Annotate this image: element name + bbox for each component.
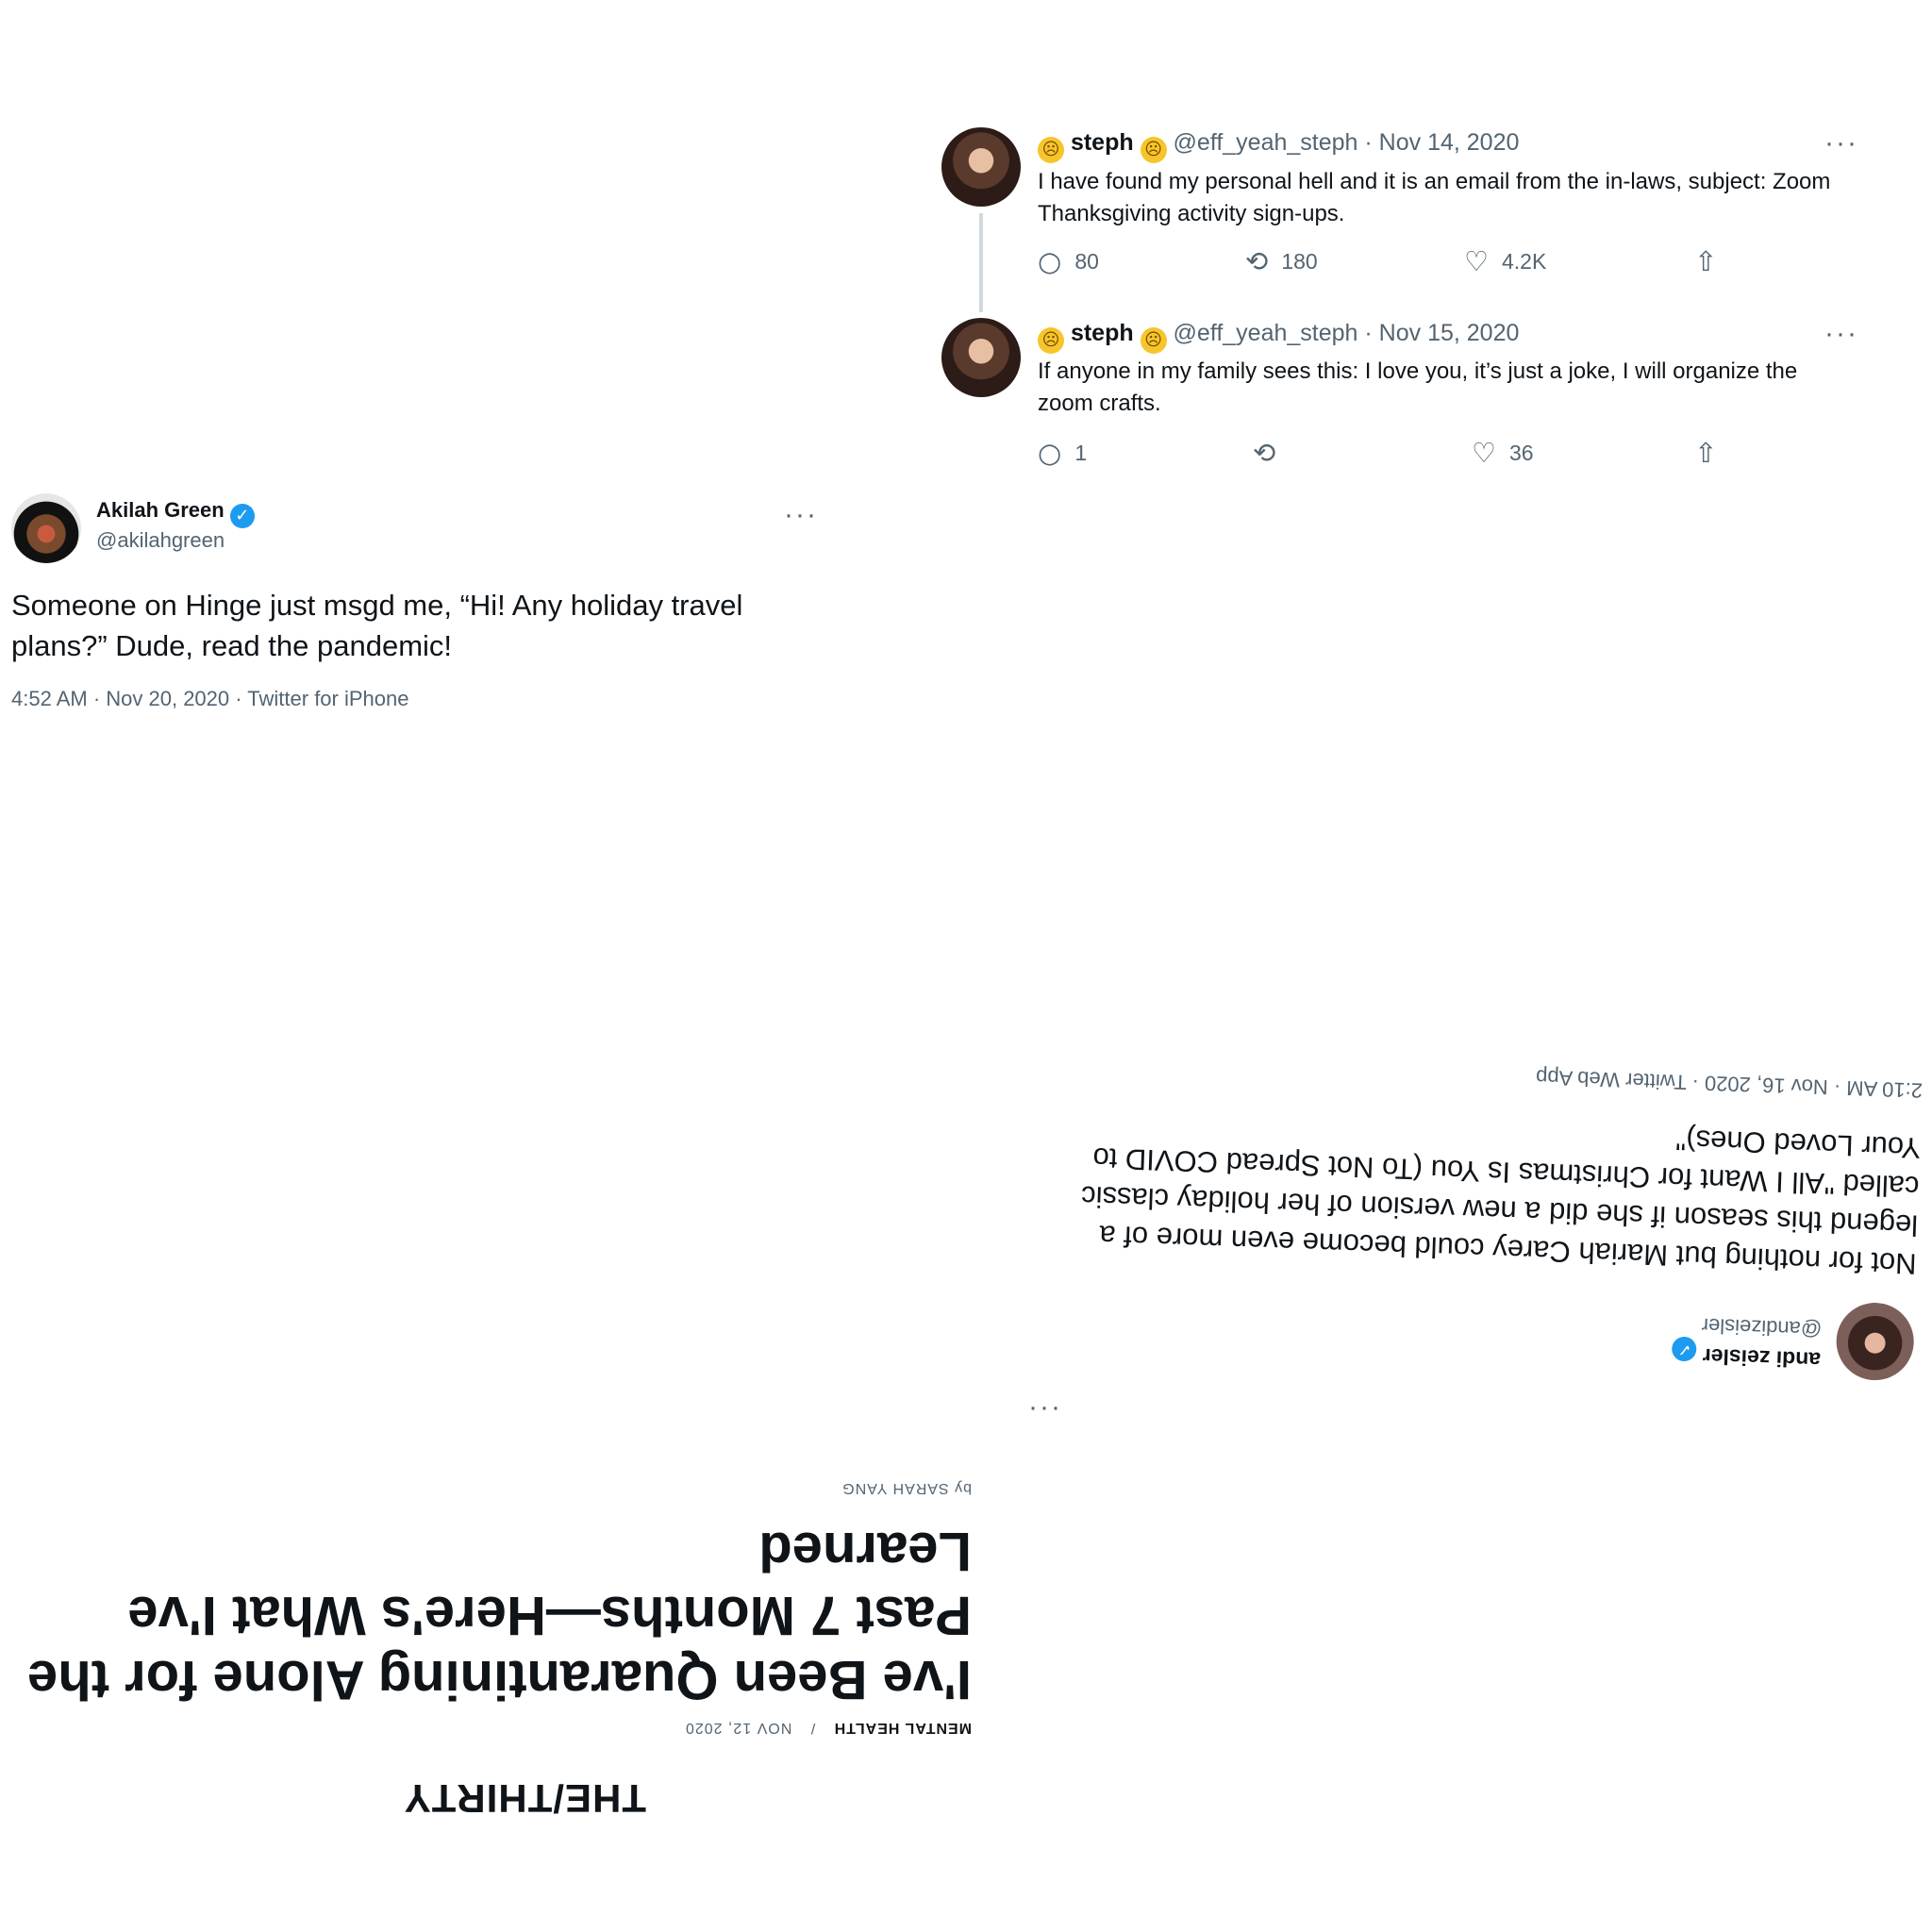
author-handle[interactable]: @eff_yeah_steph [1174,320,1358,346]
more-options-icon[interactable]: ··· [1824,129,1858,158]
share-action[interactable]: ⇧ [1694,248,1717,275]
tweet-text: Someone on Hinge just msgd me, “Hi! Any … [11,589,743,662]
reply-action[interactable]: ○ 80 [1038,248,1099,275]
article-date: NOV 12, 2020 [684,1720,792,1736]
retweet-action[interactable]: ⟲ [1253,440,1275,467]
akilah-avatar[interactable] [11,493,81,563]
verified-badge-icon: ✓ [229,504,255,528]
more-options-icon[interactable]: ··· [784,501,818,529]
verified-badge-icon: ✓ [1672,1336,1698,1362]
tweet-header: ☹ steph ☹ @eff_yeah_steph · Nov 14, 2020 [1038,129,1519,163]
tweet-meta: 2:10 AM · Nov 16, 2020 · Twitter Web App [1535,1065,1924,1103]
retweet-count: 180 [1281,249,1318,274]
meta-separator: / [809,1720,816,1736]
tweet-header: ☹ steph ☹ @eff_yeah_steph · Nov 15, 2020 [1038,320,1519,354]
author-name[interactable]: steph [1071,129,1134,156]
heart-icon: ♡ [1464,245,1489,277]
author-handle[interactable]: @andizeisler [1701,1313,1822,1341]
more-options-icon[interactable]: ··· [1028,1393,1062,1422]
more-options-icon[interactable]: ··· [1824,320,1858,348]
share-icon: ⇧ [1694,437,1718,469]
reply-action[interactable]: ○ 1 [1038,440,1087,467]
like-action[interactable]: ♡ 36 [1472,440,1534,467]
heart-icon: ♡ [1472,437,1496,469]
article-brand[interactable]: THE/THIRTY [404,1775,646,1821]
sad-face-icon: ☹ [1038,327,1064,354]
sad-face-icon: ☹ [1140,327,1167,354]
share-icon: ⇧ [1694,245,1718,277]
retweet-action[interactable]: ⟲ 180 [1245,248,1318,275]
tweet-meta: 4:52 AM · Nov 20, 2020 · Twitter for iPh… [11,687,409,710]
thread-connector [979,213,983,312]
sad-face-icon: ☹ [1140,137,1167,163]
author-handle[interactable]: @eff_yeah_steph [1174,129,1358,156]
author-handle[interactable]: @akilahgreen [96,528,225,553]
article-byline: by SARAH YANG [841,1480,972,1496]
reply-icon: ○ [1038,245,1062,277]
reply-count: 1 [1074,441,1088,465]
tweet-date[interactable]: · Nov 15, 2020 [1364,320,1519,346]
sad-face-icon: ☹ [1038,137,1064,163]
like-action[interactable]: ♡ 4.2K [1464,248,1546,275]
article-title[interactable]: I've Been Quarantining Alone for the Pas… [19,1519,972,1711]
author-name[interactable]: Akilah Green ✓ [96,498,255,528]
article-category[interactable]: MENTAL HEALTH [834,1720,972,1736]
author-name[interactable]: andi zeisler ✓ [1672,1336,1822,1373]
retweet-icon: ⟲ [1253,437,1276,469]
andi-tweet-rotated: andi zeisler ✓ @andizeisler Not for noth… [1013,995,1929,1385]
author-name[interactable]: steph [1071,320,1134,346]
tweet-text: I have found my personal hell and it is … [1038,169,1831,226]
article-card-rotated: THE/THIRTY MENTAL HEALTH / NOV 12, 2020 … [19,1453,972,1821]
article-meta: MENTAL HEALTH / NOV 12, 2020 [685,1719,972,1736]
retweet-icon: ⟲ [1245,245,1269,277]
tweet-text: If anyone in my family sees this: I love… [1038,358,1798,416]
steph-avatar-1[interactable] [941,127,1021,207]
tweet-date[interactable]: · Nov 14, 2020 [1364,129,1519,156]
like-count: 4.2K [1502,249,1547,274]
share-action[interactable]: ⇧ [1694,440,1717,467]
tweet-text: Not for nothing but Mariah Carey could b… [1080,1123,1922,1281]
steph-avatar-2[interactable] [941,318,1021,397]
reply-icon: ○ [1038,437,1062,469]
like-count: 36 [1509,441,1534,465]
andi-avatar[interactable] [1835,1301,1916,1382]
reply-count: 80 [1074,249,1099,274]
